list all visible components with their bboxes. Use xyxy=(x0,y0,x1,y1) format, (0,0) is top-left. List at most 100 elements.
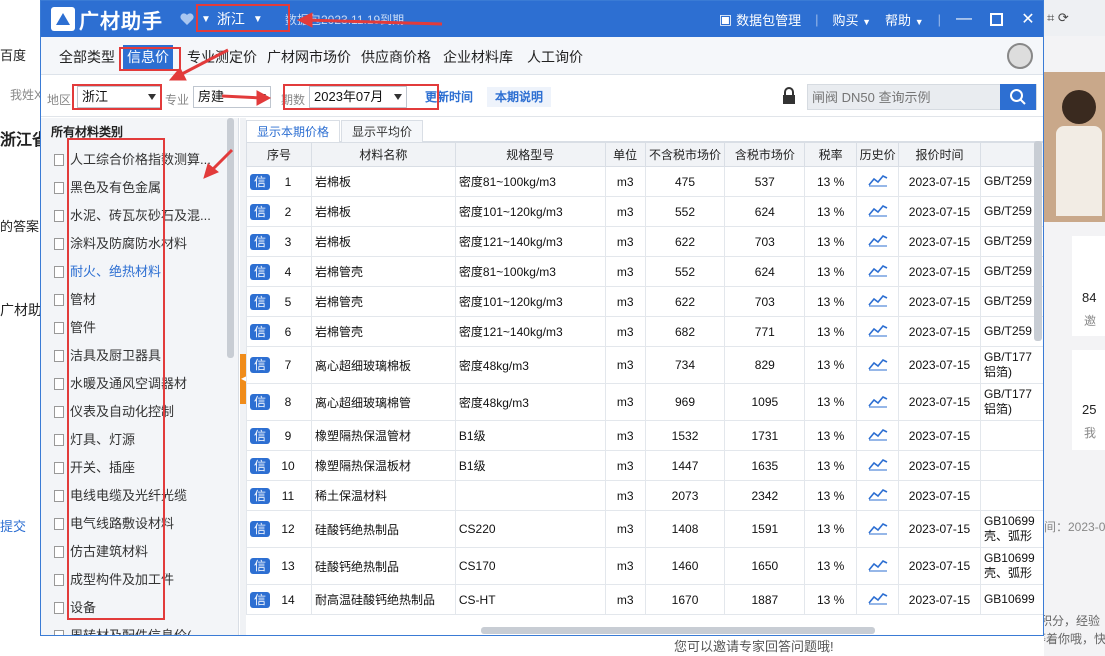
title-bar: 广材助手 ▼ 浙江 ▼ 数据包2023.11.19到期 ▣ 数据包管理 | 购买… xyxy=(41,1,1043,37)
column-header[interactable]: 规格型号 xyxy=(454,142,606,167)
row-number: 8 xyxy=(284,395,292,409)
menu-market-price[interactable]: 广材网市场价 xyxy=(263,45,355,69)
sidebar-scrollbar[interactable] xyxy=(227,118,234,358)
row-number: 14 xyxy=(281,592,295,607)
trend-chart-icon[interactable] xyxy=(867,457,888,471)
table-row[interactable]: 信 6 岩棉管壳 密度121~140kg/m3 m3 682 771 13 % 2023-07-… xyxy=(246,316,1043,347)
cell-unit: m3 xyxy=(604,420,646,451)
column-header[interactable]: 税率 xyxy=(804,142,858,167)
cell-standard xyxy=(979,420,1043,451)
menu-supplier-price[interactable]: 供应商价格 xyxy=(357,45,435,69)
annotation-box xyxy=(72,84,162,110)
trend-chart-icon[interactable] xyxy=(867,558,888,572)
cell-price-in: 1095 xyxy=(724,383,806,421)
trend-chart-icon[interactable] xyxy=(867,233,888,247)
bg-text: 的答案 xyxy=(0,219,40,234)
table-row[interactable]: 信 9 橡塑隔热保温管材 B1级 m3 1532 1731 13 % 2023-07-15 xyxy=(246,420,1043,451)
cell-tax: 13 % xyxy=(804,256,858,287)
cell-date: 2023-07-15 xyxy=(898,584,981,615)
help-menu[interactable]: 帮助 ▼ xyxy=(885,10,924,29)
column-header[interactable]: 含税市场价 xyxy=(724,142,806,167)
table-row[interactable]: 信 4 岩棉管壳 密度81~100kg/m3 m3 552 624 13 % 2023-07-1… xyxy=(246,256,1043,287)
close-button[interactable]: ✕ xyxy=(1019,10,1037,28)
table-row[interactable]: 信 3 岩棉板 密度121~140kg/m3 m3 622 703 13 % 2023-07-1… xyxy=(246,226,1043,257)
price-tabs: 显示本期价格 显示平均价 xyxy=(246,118,1043,142)
cell-price-ex: 1532 xyxy=(644,420,726,451)
background-bottom-strip: 您可以邀请专家回答问题哦! xyxy=(40,636,1044,656)
column-header[interactable]: 单位 xyxy=(604,142,646,167)
info-price-tag: 信 xyxy=(250,203,270,220)
trend-chart-icon[interactable] xyxy=(867,521,888,535)
table-row[interactable]: 信 1 岩棉板 密度81~100kg/m3 m3 475 537 13 % 2023-07-15… xyxy=(246,166,1043,197)
table-row[interactable]: 信 8 离心超细玻璃棉管 密度48kg/m3 m3 969 1095 13 % 2023-07-… xyxy=(246,383,1043,421)
tab-average-price[interactable]: 显示平均价 xyxy=(341,120,424,142)
trend-chart-icon[interactable] xyxy=(867,203,888,217)
cell-price-ex: 1408 xyxy=(644,510,726,548)
column-header[interactable]: 材料名称 xyxy=(310,142,456,167)
cell-price-in: 703 xyxy=(724,226,806,257)
heart-icon[interactable] xyxy=(179,11,195,27)
bg-text: 提交 xyxy=(0,519,27,534)
table-row[interactable]: 信 12 硅酸钙绝热制品 CS220 m3 1408 1591 13 % 2023-07-15 G… xyxy=(246,510,1043,548)
cell-price-in: 1887 xyxy=(724,584,806,615)
table-row[interactable]: 信 5 岩棉管壳 密度101~120kg/m3 m3 622 703 13 % 2023-07-… xyxy=(246,286,1043,317)
table-row[interactable]: 信 10 橡塑隔热保温板材 B1级 m3 1447 1635 13 % 2023-07-15 xyxy=(246,450,1043,481)
menu-labor-inquiry[interactable]: 人工询价 xyxy=(523,45,587,69)
table-row[interactable]: 信 2 岩棉板 密度101~120kg/m3 m3 552 624 13 % 2023-07-1… xyxy=(246,196,1043,227)
cell-standard: GB10699 壳、弧形 xyxy=(979,510,1043,548)
info-price-tag: 信 xyxy=(250,323,270,340)
table-row[interactable]: 信 7 离心超细玻璃棉板 密度48kg/m3 m3 734 829 13 % 2023-07-1… xyxy=(246,346,1043,384)
cell-price-in: 624 xyxy=(724,196,806,227)
table-vertical-scrollbar[interactable] xyxy=(1034,141,1042,341)
column-header[interactable]: 历史价 xyxy=(856,142,900,167)
lock-icon[interactable] xyxy=(781,87,797,105)
column-header[interactable]: 序号 xyxy=(246,142,312,167)
trend-chart-icon[interactable] xyxy=(867,357,888,371)
search-input[interactable] xyxy=(812,87,998,107)
table-row[interactable]: 信 11 稀土保温材料 m3 2073 2342 13 % 2023-07-15 xyxy=(246,480,1043,511)
table-row[interactable]: 信 14 耐高温硅酸钙绝热制品 CS-HT m3 1670 1887 13 % 2023-07-… xyxy=(246,584,1043,615)
cell-price-ex: 475 xyxy=(644,166,726,197)
cell-price-ex: 969 xyxy=(644,383,726,421)
sidebar-category-item[interactable]: 周转材及配件信息价(... xyxy=(41,622,238,635)
cell-standard: GB/T177 铝箔) xyxy=(979,383,1043,421)
trend-chart-icon[interactable] xyxy=(867,293,888,307)
menu-all-types[interactable]: 全部类型 xyxy=(55,45,119,69)
document-icon xyxy=(54,210,64,222)
column-header[interactable]: 报价时间 xyxy=(898,142,981,167)
trend-chart-icon[interactable] xyxy=(867,323,888,337)
trend-chart-icon[interactable] xyxy=(867,394,888,408)
table-row[interactable]: 信 13 硅酸钙绝热制品 CS170 m3 1460 1650 13 % 2023-07-15 G… xyxy=(246,547,1043,585)
trend-chart-icon[interactable] xyxy=(867,591,888,605)
trend-chart-icon[interactable] xyxy=(867,427,888,441)
document-icon xyxy=(54,266,64,278)
trend-chart-icon[interactable] xyxy=(867,173,888,187)
cell-date: 2023-07-15 xyxy=(898,480,981,511)
cell-price-in: 1731 xyxy=(724,420,806,451)
document-icon xyxy=(54,350,64,362)
menu-enterprise-library[interactable]: 企业材料库 xyxy=(439,45,517,69)
document-icon xyxy=(54,602,64,614)
column-header[interactable]: 不含税市场价 xyxy=(644,142,726,167)
major-select[interactable]: 房建 xyxy=(193,86,271,108)
table-horizontal-scrollbar[interactable] xyxy=(481,627,875,634)
search-button[interactable] xyxy=(1000,84,1036,110)
period-note-button[interactable]: 本期说明 xyxy=(487,87,552,107)
cell-spec: 密度121~140kg/m3 xyxy=(454,226,606,257)
cell-date: 2023-07-15 xyxy=(898,383,981,421)
tab-current-price[interactable]: 显示本期价格 xyxy=(246,120,341,142)
cell-price-in: 1591 xyxy=(724,510,806,548)
trend-chart-icon[interactable] xyxy=(867,487,888,501)
maximize-button[interactable] xyxy=(987,10,1005,28)
cell-standard: GB10699 壳、弧形 xyxy=(979,547,1043,585)
cell-price-in: 537 xyxy=(724,166,806,197)
briefcase-icon: ▣ xyxy=(718,10,733,27)
data-pack-button[interactable]: ▣ 数据包管理 xyxy=(719,10,801,29)
user-avatar[interactable] xyxy=(1007,43,1033,69)
trend-chart-icon[interactable] xyxy=(867,263,888,277)
guangcai-app-window: 广材助手 ▼ 浙江 ▼ 数据包2023.11.19到期 ▣ 数据包管理 | 购买… xyxy=(40,0,1044,636)
minimize-button[interactable]: — xyxy=(955,10,973,28)
info-price-tag: 信 xyxy=(250,233,270,250)
buy-menu[interactable]: 购买 ▼ xyxy=(832,10,871,29)
menu-measured-price[interactable]: 专业测定价 xyxy=(183,45,261,69)
